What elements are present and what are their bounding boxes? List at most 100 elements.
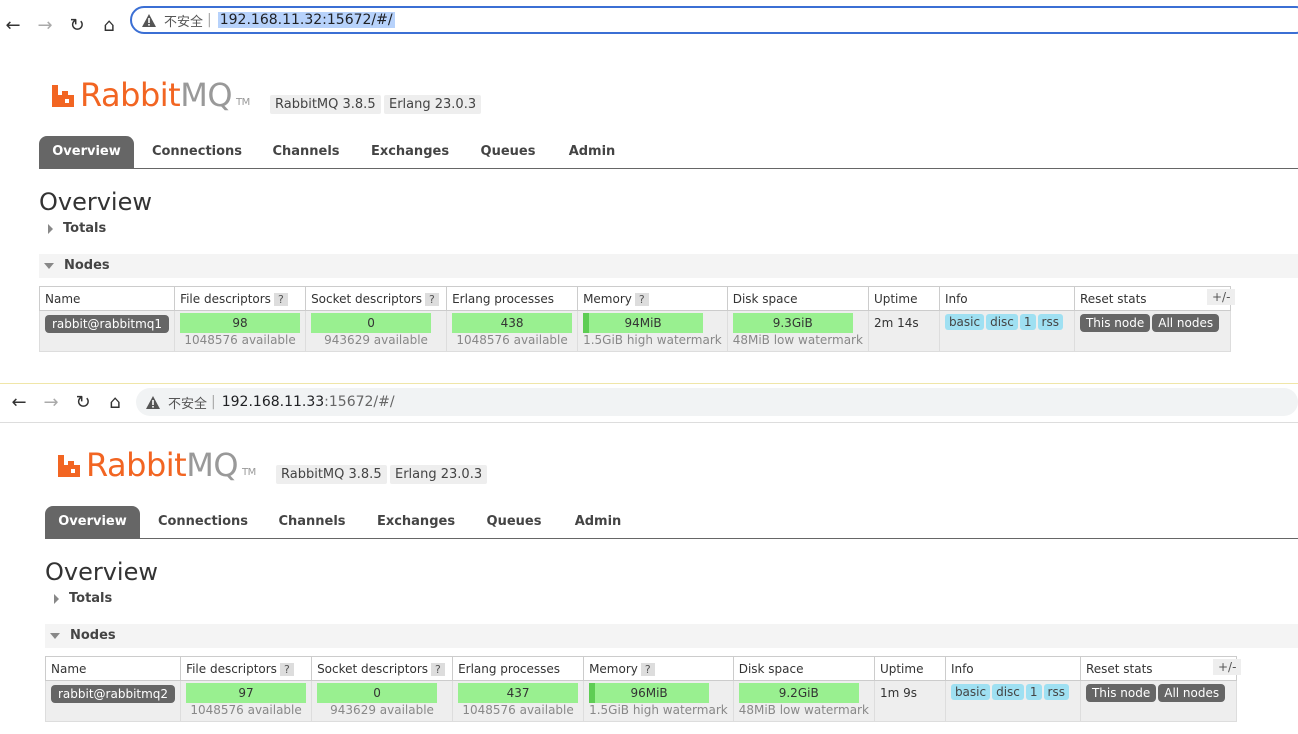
tab-exchanges[interactable]: Exchanges — [370, 506, 462, 538]
tab-connections[interactable]: Connections — [144, 136, 250, 168]
url-separator: | — [211, 394, 216, 410]
tab-exchanges[interactable]: Exchanges — [364, 136, 456, 168]
rabbitmq-logo-icon — [58, 455, 80, 477]
url-text[interactable]: 192.168.11.32:15672/#/ — [217, 12, 395, 28]
reset-all-nodes-button[interactable]: All nodes — [1152, 314, 1220, 332]
info-badge-disc: disc — [986, 314, 1018, 330]
browser-toolbar: ← → ↻ ⌂ 不安全 | 192.168.11.33:15672/#/ — [0, 384, 1298, 423]
rabbitmq-version: RabbitMQ 3.8.5 — [270, 95, 381, 114]
memory-watermark: 1.5GiB high watermark — [589, 703, 728, 717]
nodes-section-toggle[interactable]: Nodes — [44, 258, 110, 273]
file-descriptors-bar: 97 — [186, 683, 307, 703]
forward-arrow-icon[interactable]: → — [40, 393, 62, 413]
warning-icon — [146, 395, 160, 409]
tab-admin[interactable]: Admin — [567, 506, 629, 538]
help-button[interactable]: ? — [431, 662, 445, 676]
file-available: 1048576 available — [190, 703, 302, 717]
main-tabs: Overview Connections Channels Exchanges … — [45, 506, 1298, 539]
address-bar[interactable]: 不安全 | 192.168.11.33:15672/#/ — [136, 388, 1298, 416]
table-row: rabbit@rabbitmq1 98 1048576 available 0 94… — [38, 310, 1231, 352]
help-button[interactable]: ? — [425, 292, 439, 306]
file-descriptors-bar: 98 — [180, 313, 301, 333]
tab-channels[interactable]: Channels — [264, 136, 348, 168]
memory-watermark: 1.5GiB high watermark — [583, 333, 722, 347]
page-title: Overview — [45, 558, 158, 586]
col-socket-descriptors: Socket descriptors? — [311, 656, 454, 681]
col-info: Info — [944, 656, 1081, 681]
info-badge-rss: rss — [1037, 314, 1063, 330]
expand-arrow-icon — [48, 223, 53, 234]
tab-admin[interactable]: Admin — [561, 136, 623, 168]
address-bar[interactable]: 不安全 | 192.168.11.32:15672/#/ — [130, 6, 1298, 34]
col-name: Name — [38, 286, 176, 311]
totals-section-toggle[interactable]: Totals — [48, 221, 106, 236]
tab-overview[interactable]: Overview — [45, 506, 140, 538]
columns-toggle-button[interactable]: +/- — [1213, 659, 1242, 675]
page-title: Overview — [39, 188, 152, 216]
nodes-table: Name File descriptors? Socket descriptor… — [38, 286, 1231, 352]
url-text[interactable]: 192.168.11.33:15672/#/ — [222, 394, 395, 410]
rabbitmq-logo[interactable]: Rabbit MQ TM — [50, 76, 250, 114]
disk-space-bar: 9.3GiB — [732, 313, 853, 333]
col-memory: Memory? — [577, 286, 728, 311]
table-row: rabbit@rabbitmq2 97 1048576 available 0 94… — [44, 680, 1237, 722]
nodes-section-toggle[interactable]: Nodes — [50, 628, 116, 643]
tab-queues[interactable]: Queues — [481, 506, 547, 538]
col-socket-descriptors: Socket descriptors? — [305, 286, 448, 311]
home-icon[interactable]: ⌂ — [98, 16, 120, 36]
tab-channels[interactable]: Channels — [270, 506, 354, 538]
tab-overview[interactable]: Overview — [39, 136, 134, 168]
socket-available: 943629 available — [324, 333, 428, 347]
rabbitmq-version: RabbitMQ 3.8.5 — [276, 465, 387, 484]
info-badge-count: 1 — [1025, 684, 1042, 700]
collapse-arrow-icon — [44, 262, 54, 269]
erlang-version: Erlang 23.0.3 — [384, 95, 482, 114]
totals-section-toggle[interactable]: Totals — [54, 591, 112, 606]
col-disk-space: Disk space — [726, 286, 869, 311]
reset-this-node-button[interactable]: This node — [1079, 314, 1151, 332]
rabbitmq-logo[interactable]: Rabbit MQ TM — [56, 446, 256, 484]
columns-toggle-button[interactable]: +/- — [1207, 289, 1236, 305]
socket-available: 943629 available — [330, 703, 434, 717]
reload-icon[interactable]: ↻ — [66, 16, 88, 36]
erlang-available: 1048576 available — [462, 703, 574, 717]
security-label: 不安全 — [164, 14, 204, 30]
tab-connections[interactable]: Connections — [150, 506, 256, 538]
home-icon[interactable]: ⌂ — [104, 393, 126, 413]
tab-queues[interactable]: Queues — [475, 136, 541, 168]
nodes-section-header — [45, 624, 1298, 648]
disk-watermark: 48MiB low watermark — [738, 703, 869, 717]
help-button[interactable]: ? — [279, 662, 294, 676]
memory-bar: 94MiB — [583, 313, 704, 333]
reset-all-nodes-button[interactable]: All nodes — [1158, 684, 1226, 702]
help-button[interactable]: ? — [640, 662, 655, 676]
disk-watermark: 48MiB low watermark — [732, 333, 863, 347]
warning-icon — [142, 13, 156, 27]
url-separator: | — [207, 12, 212, 28]
col-uptime: Uptime — [867, 286, 940, 311]
col-disk-space: Disk space — [732, 656, 875, 681]
help-button[interactable]: ? — [634, 292, 649, 306]
rabbitmq-logo-icon — [52, 85, 74, 107]
main-tabs: Overview Connections Channels Exchanges … — [39, 136, 1298, 169]
col-file-descriptors: File descriptors? — [180, 656, 313, 681]
browser-window-1: ← → ↻ ⌂ 不安全 | 192.168.11.32:15672/#/ Rab… — [0, 0, 1298, 383]
node-name-link[interactable]: rabbit@rabbitmq2 — [51, 685, 176, 703]
erlang-available: 1048576 available — [456, 333, 568, 347]
reload-icon[interactable]: ↻ — [72, 393, 94, 413]
security-label: 不安全 — [168, 396, 208, 412]
expand-arrow-icon — [54, 593, 59, 604]
col-info: Info — [938, 286, 1075, 311]
help-button[interactable]: ? — [273, 292, 288, 306]
back-arrow-icon[interactable]: ← — [8, 393, 30, 413]
forward-arrow-icon[interactable]: → — [34, 16, 56, 36]
col-file-descriptors: File descriptors? — [174, 286, 307, 311]
nodes-section-header — [39, 254, 1298, 278]
disk-space-bar: 9.2GiB — [738, 683, 859, 703]
col-name: Name — [44, 656, 182, 681]
info-badge-count: 1 — [1019, 314, 1036, 330]
reset-this-node-button[interactable]: This node — [1085, 684, 1157, 702]
node-name-link[interactable]: rabbit@rabbitmq1 — [45, 315, 170, 333]
browser-toolbar: ← → ↻ ⌂ 不安全 | 192.168.11.32:15672/#/ — [0, 0, 1298, 50]
back-arrow-icon[interactable]: ← — [2, 16, 24, 36]
